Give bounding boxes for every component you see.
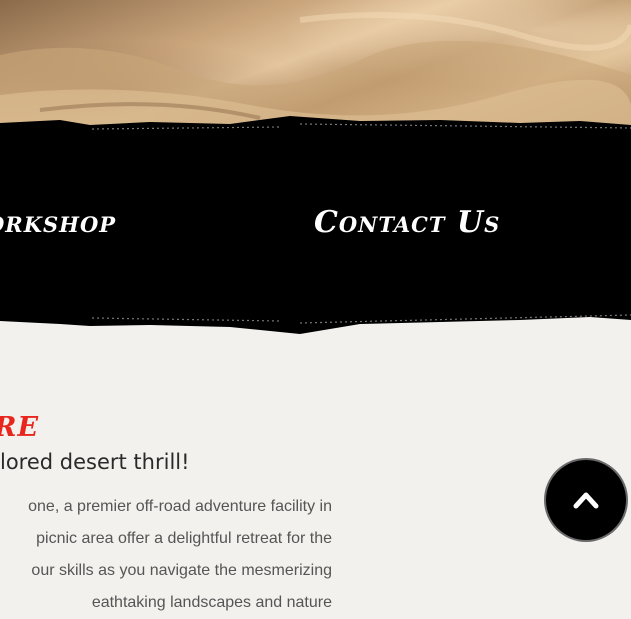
paragraph-line: picnic area offer a delightful retreat f… [36, 530, 332, 547]
paragraph-line: our skills as you navigate the mesmerizi… [31, 562, 332, 579]
scroll-to-top-button[interactable] [546, 460, 626, 540]
section-heading: re [0, 400, 40, 445]
paragraph-line: eathtaking landscapes and nature [91, 594, 332, 611]
paragraph-line: one, a premier off-road adventure facili… [28, 498, 332, 515]
nav-item-contact-us[interactable]: Contact Us [314, 205, 500, 240]
section-subheading: lored desert thrill! [0, 450, 190, 474]
nav-item-workshop[interactable]: orkshop [0, 205, 116, 240]
intro-paragraph: one, a premier off-road adventure facili… [0, 491, 332, 619]
chevron-up-icon [573, 492, 599, 509]
